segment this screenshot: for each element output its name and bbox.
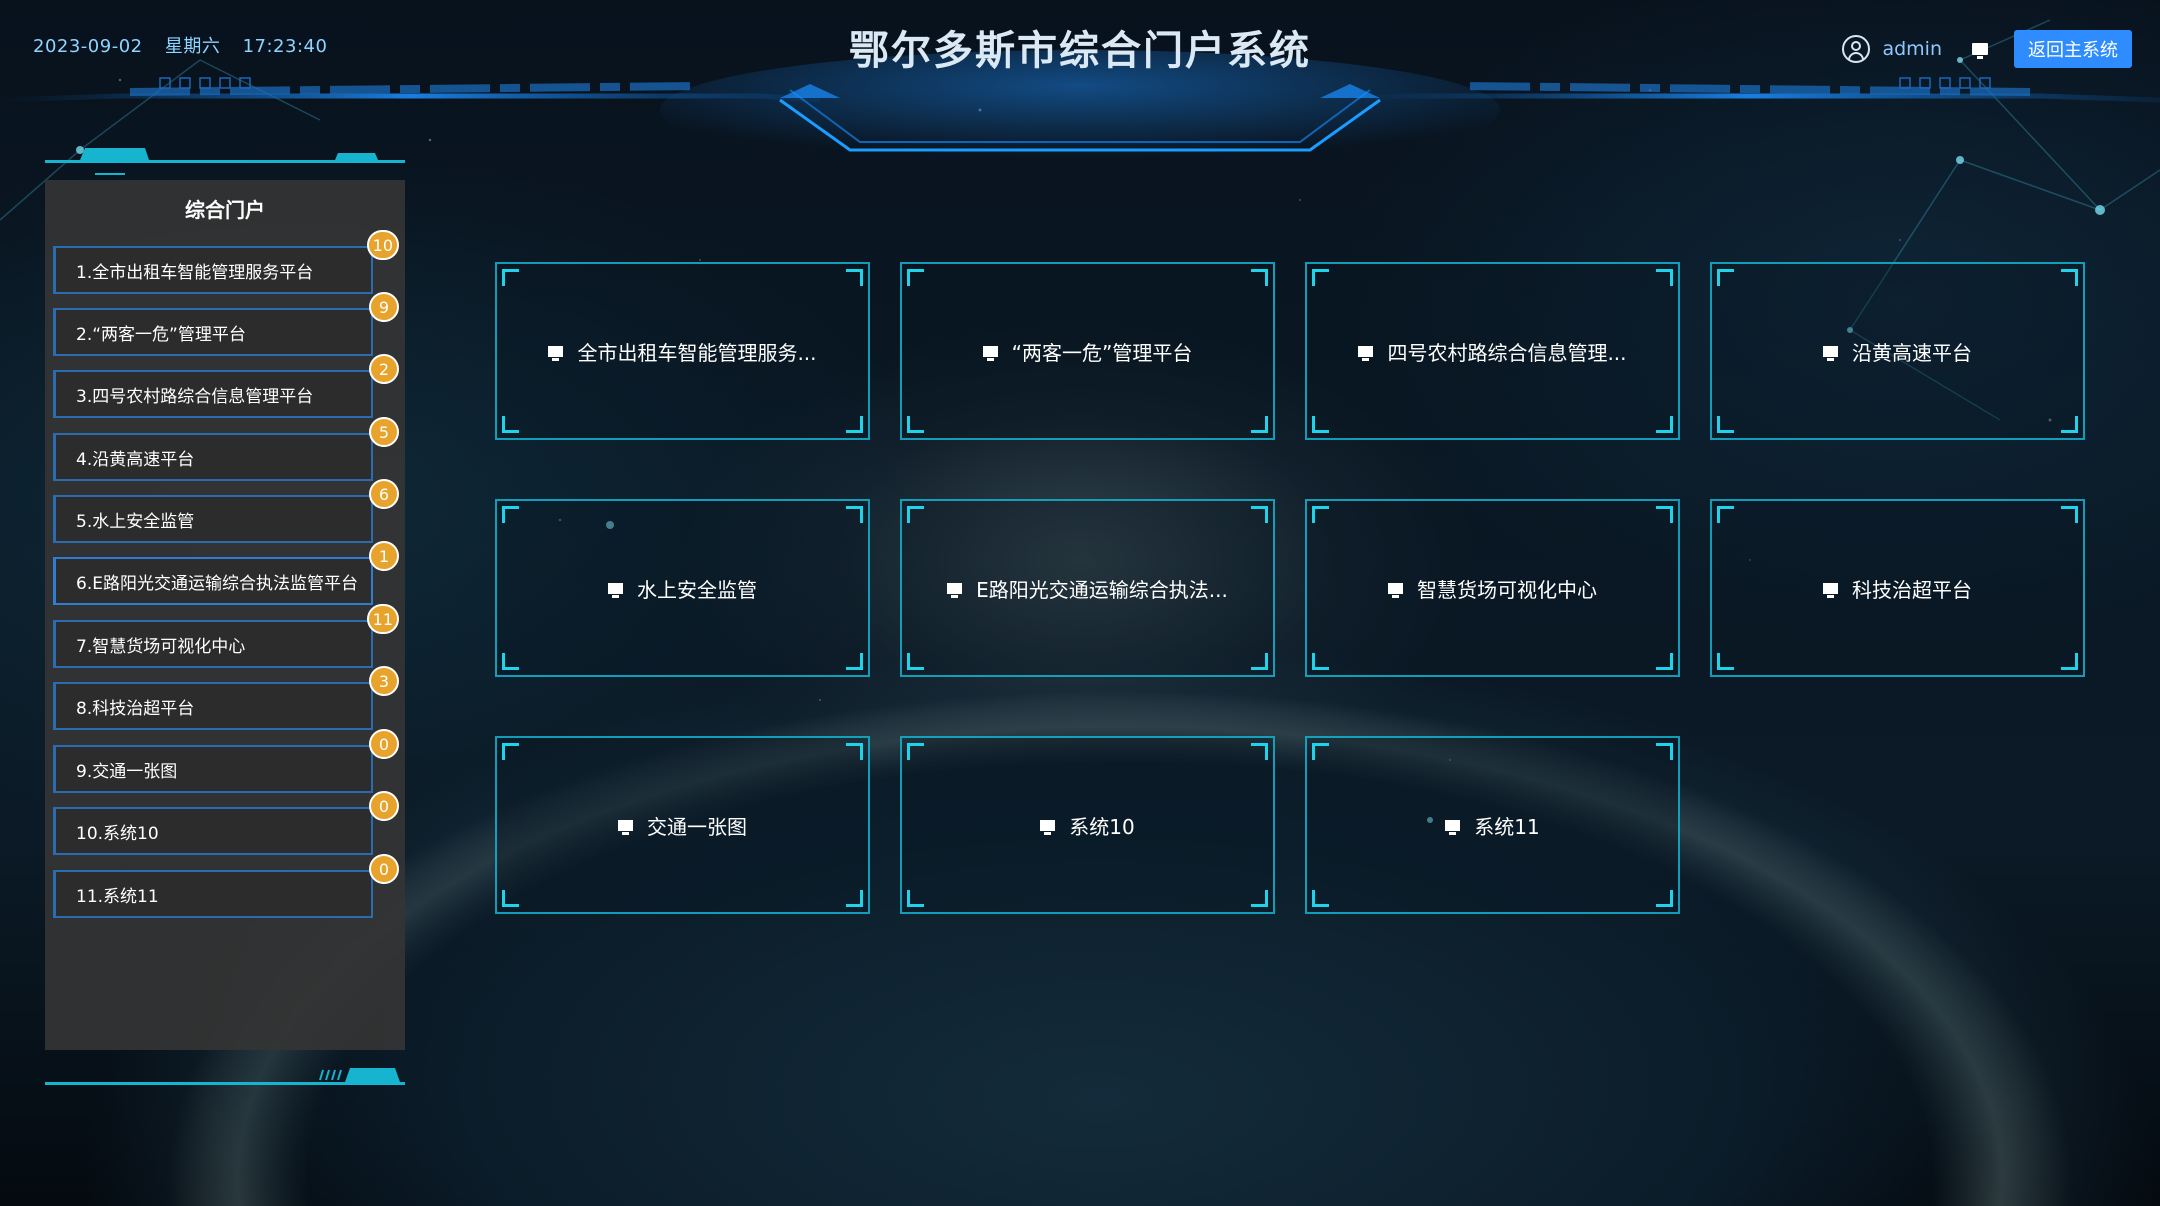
sidebar-item-label: 5.水上安全监管 bbox=[76, 511, 195, 532]
monitor-icon bbox=[1358, 345, 1374, 361]
count-badge: 0 bbox=[369, 854, 399, 884]
sidebar-item-e-road-sunshine[interactable]: 6.E路阳光交通运输综合执法监管平台 1 bbox=[53, 541, 399, 605]
system-card-taxi[interactable]: 全市出租车智能管理服务... bbox=[495, 262, 870, 440]
system-card-two-passenger-one-hazard[interactable]: “两客一危”管理平台 bbox=[900, 262, 1275, 440]
username[interactable]: admin bbox=[1882, 38, 1942, 60]
card-label: 智慧货场可视化中心 bbox=[1417, 577, 1597, 602]
count-badge: 1 bbox=[369, 541, 399, 571]
card-label: 系统11 bbox=[1474, 814, 1540, 839]
monitor-icon bbox=[982, 345, 998, 361]
monitor-icon bbox=[947, 582, 963, 598]
sidebar-item-water-safety[interactable]: 5.水上安全监管 6 bbox=[53, 479, 399, 543]
sidebar-item-two-passenger-one-hazard[interactable]: 2.“两客一危”管理平台 9 bbox=[53, 292, 399, 356]
sidebar-item-system10[interactable]: 10.系统10 0 bbox=[53, 791, 399, 855]
count-badge: 3 bbox=[369, 666, 399, 696]
sidebar-item-label: 10.系统10 bbox=[76, 823, 159, 844]
sidebar-item-label: 1.全市出租车智能管理服务平台 bbox=[76, 262, 314, 283]
sidebar-item-label: 7.智慧货场可视化中心 bbox=[76, 636, 246, 657]
count-badge: 9 bbox=[369, 292, 399, 322]
system-card-system11[interactable]: 系统11 bbox=[1305, 736, 1680, 914]
sidebar-item-smart-freight[interactable]: 7.智慧货场可视化中心 11 bbox=[53, 604, 399, 668]
card-label: 沿黄高速平台 bbox=[1852, 340, 1972, 365]
sidebar-item-overload-control[interactable]: 8.科技治超平台 3 bbox=[53, 666, 399, 730]
sidebar: 综合门户 1.全市出租车智能管理服务平台 10 2.“两客一危”管理平台 9 3… bbox=[45, 180, 405, 1050]
monitor-icon bbox=[608, 582, 623, 598]
system-card-smart-freight[interactable]: 智慧货场可视化中心 bbox=[1305, 499, 1680, 677]
sidebar-item-label: 9.交通一张图 bbox=[76, 761, 178, 782]
count-badge: 0 bbox=[369, 791, 399, 821]
header: 2023-09-02 星期六 17:23:40 鄂尔多斯市综合门户系统 admi… bbox=[0, 0, 2160, 160]
sidebar-title: 综合门户 bbox=[185, 198, 265, 222]
monitor-icon bbox=[1823, 582, 1838, 598]
count-badge: 6 bbox=[369, 479, 399, 509]
card-label: “两客一危”管理平台 bbox=[1011, 340, 1193, 365]
card-label: 科技治超平台 bbox=[1852, 577, 1972, 602]
sidebar-item-label: 8.科技治超平台 bbox=[76, 698, 195, 719]
system-card-rural-road[interactable]: 四号农村路综合信息管理... bbox=[1305, 262, 1680, 440]
count-badge: 10 bbox=[366, 230, 399, 260]
count-badge: 11 bbox=[366, 604, 399, 634]
sidebar-item-traffic-map[interactable]: 9.交通一张图 0 bbox=[53, 729, 399, 793]
sidebar-item-rural-road[interactable]: 3.四号农村路综合信息管理平台 2 bbox=[53, 354, 399, 418]
page-title: 鄂尔多斯市综合门户系统 bbox=[849, 28, 1311, 74]
card-label: E路阳光交通运输综合执法... bbox=[976, 577, 1228, 602]
sidebar-item-yellow-river-highway[interactable]: 4.沿黄高速平台 5 bbox=[53, 417, 399, 481]
system-card-overload-control[interactable]: 科技治超平台 bbox=[1710, 499, 2085, 677]
sidebar-item-label: 2.“两客一危”管理平台 bbox=[76, 324, 246, 345]
card-label: 四号农村路综合信息管理... bbox=[1387, 340, 1627, 365]
system-card-system10[interactable]: 系统10 bbox=[900, 736, 1275, 914]
system-card-yellow-river-highway[interactable]: 沿黄高速平台 bbox=[1710, 262, 2085, 440]
monitor-icon[interactable] bbox=[1972, 43, 1988, 59]
back-to-main-button[interactable]: 返回主系统 bbox=[2014, 30, 2132, 68]
count-badge: 0 bbox=[369, 729, 399, 759]
sidebar-item-label: 11.系统11 bbox=[76, 886, 159, 907]
sidebar-item-system11[interactable]: 11.系统11 0 bbox=[53, 854, 399, 918]
count-badge: 2 bbox=[369, 354, 399, 384]
sidebar-bottom-decoration bbox=[45, 1068, 405, 1085]
sidebar-item-label: 3.四号农村路综合信息管理平台 bbox=[76, 386, 314, 407]
system-card-e-road-sunshine[interactable]: E路阳光交通运输综合执法... bbox=[900, 499, 1275, 677]
card-label: 全市出租车智能管理服务... bbox=[577, 340, 817, 365]
card-label: 系统10 bbox=[1069, 814, 1135, 839]
monitor-icon bbox=[1040, 819, 1056, 835]
card-label: 水上安全监管 bbox=[637, 577, 757, 602]
card-label: 交通一张图 bbox=[647, 814, 747, 839]
monitor-icon bbox=[548, 345, 564, 361]
monitor-icon bbox=[618, 819, 633, 835]
user-circle-icon[interactable] bbox=[1842, 35, 1871, 63]
user-area: admin 返回主系统 bbox=[1842, 30, 2132, 68]
sidebar-item-taxi[interactable]: 1.全市出租车智能管理服务平台 10 bbox=[53, 230, 399, 294]
count-badge: 5 bbox=[369, 417, 399, 447]
sidebar-item-label: 4.沿黄高速平台 bbox=[76, 449, 195, 470]
sidebar-top-decoration bbox=[45, 148, 405, 175]
sidebar-item-label: 6.E路阳光交通运输综合执法监管平台 bbox=[76, 573, 358, 594]
system-card-water-safety[interactable]: 水上安全监管 bbox=[495, 499, 870, 677]
monitor-icon bbox=[1445, 819, 1461, 835]
monitor-icon bbox=[1823, 345, 1838, 361]
system-card-traffic-map[interactable]: 交通一张图 bbox=[495, 736, 870, 914]
monitor-icon bbox=[1388, 582, 1403, 598]
